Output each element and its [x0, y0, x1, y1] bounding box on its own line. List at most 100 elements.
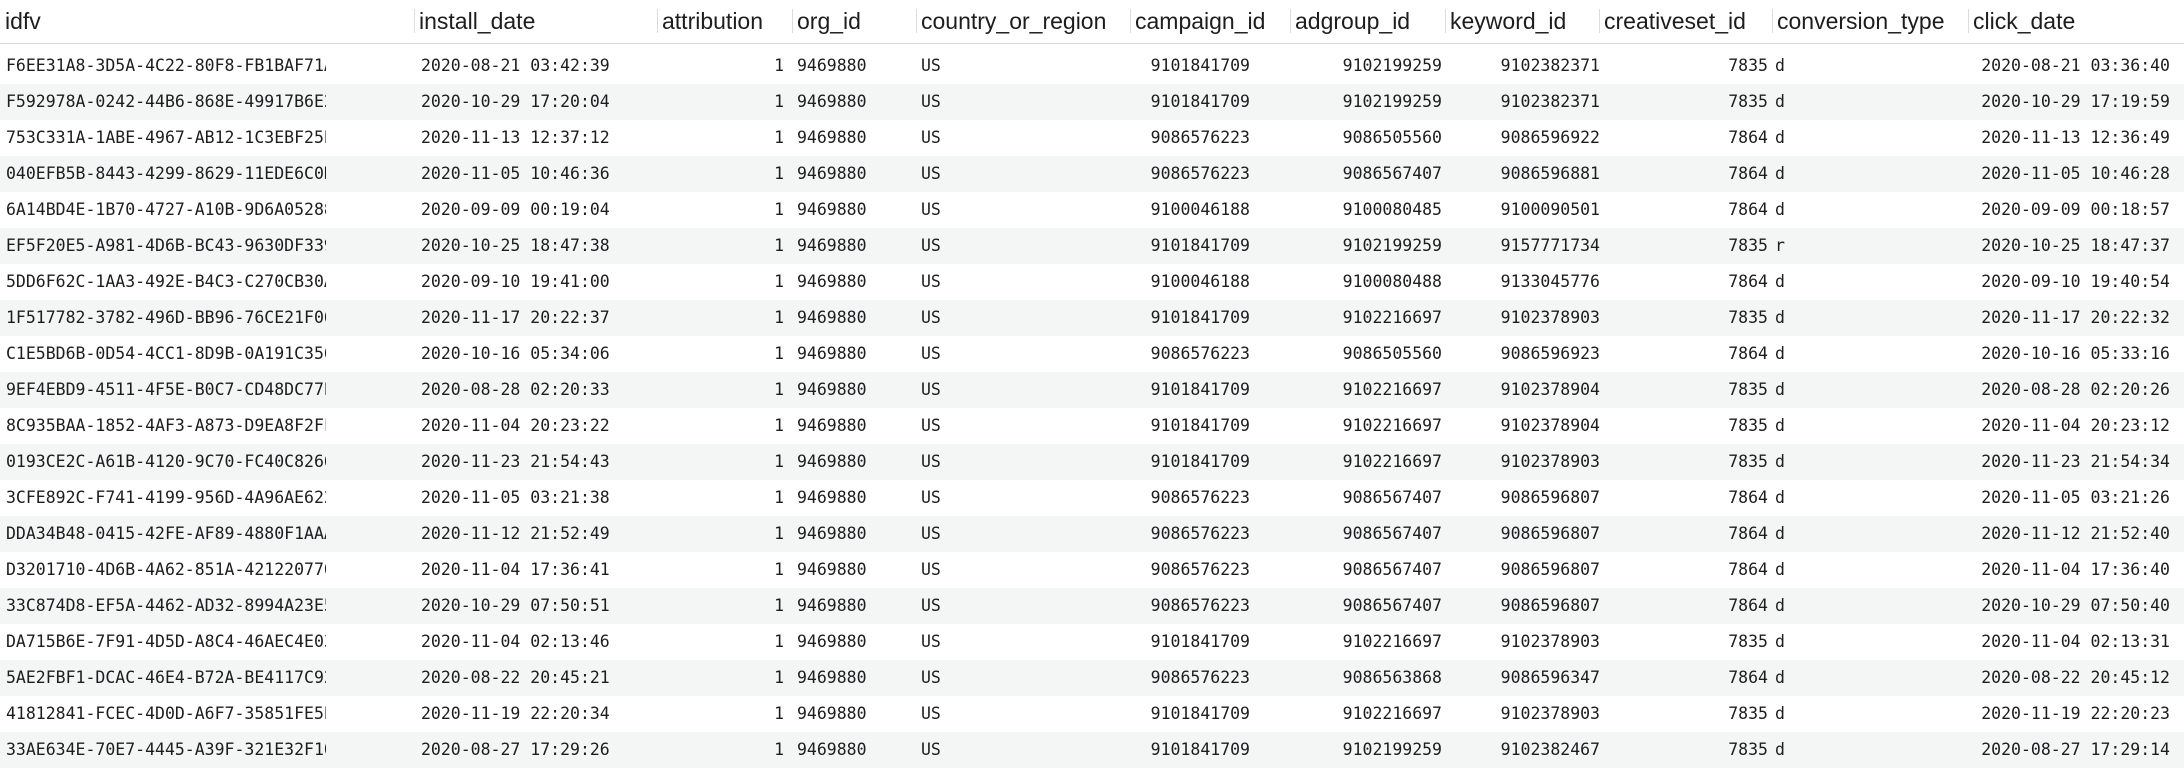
cell-creativeset-id: 7835	[1728, 92, 1768, 111]
table-row[interactable]: F592978A-0242-44B6-868E-49917B6E2731 2020…	[0, 84, 2184, 120]
cell-campaign-id: 9086576223	[1150, 668, 1250, 687]
cell-install-date: 2020-10-29 17:20:04	[421, 92, 610, 111]
cell-country-or-region: US	[921, 560, 941, 579]
cell-conversion-type: d	[1775, 128, 1785, 147]
cell-adgroup-id: 9100080488	[1342, 272, 1442, 291]
cell-install-date: 2020-11-19 22:20:34	[421, 704, 610, 723]
cell-adgroup-id: 9086505560	[1342, 128, 1442, 147]
column-header-attribution[interactable]: attribution	[657, 0, 792, 43]
cell-adgroup-id: 9102216697	[1342, 704, 1442, 723]
column-header-click-date[interactable]: click_date	[1968, 0, 2184, 43]
cell-campaign-id: 9086576223	[1150, 128, 1250, 147]
table-row[interactable]: DA715B6E-7F91-4D5D-A8C4-46AEC4E03415 2020…	[0, 624, 2184, 660]
column-header-keyword-id[interactable]: keyword_id	[1445, 0, 1599, 43]
cell-org-id: 9469880	[797, 308, 867, 327]
table-row[interactable]: D3201710-4D6B-4A62-851A-4212207701BC 2020…	[0, 552, 2184, 588]
cell-keyword-id: 9102378904	[1500, 416, 1600, 435]
cell-creativeset-id: 7864	[1728, 164, 1768, 183]
table-row[interactable]: 41812841-FCEC-4D0D-A6F7-35851FE5E636 2020…	[0, 696, 2184, 732]
cell-attribution: 1	[774, 452, 784, 471]
cell-adgroup-id: 9102216697	[1342, 380, 1442, 399]
cell-org-id: 9469880	[797, 92, 867, 111]
cell-attribution: 1	[774, 308, 784, 327]
cell-adgroup-id: 9102216697	[1342, 416, 1442, 435]
cell-idfv: D3201710-4D6B-4A62-851A-4212207701BC	[6, 560, 326, 579]
cell-click-date: 2020-08-27 17:29:14	[1981, 740, 2170, 759]
cell-click-date: 2020-11-13 12:36:49	[1981, 128, 2170, 147]
cell-keyword-id: 9086596347	[1500, 668, 1600, 687]
table-row[interactable]: 3CFE892C-F741-4199-956D-4A96AE6220ED 2020…	[0, 480, 2184, 516]
table-row[interactable]: 753C331A-1ABE-4967-AB12-1C3EBF25EFA5 2020…	[0, 120, 2184, 156]
cell-creativeset-id: 7864	[1728, 200, 1768, 219]
column-header-org-id[interactable]: org_id	[792, 0, 916, 43]
table-row[interactable]: 0193CE2C-A61B-4120-9C70-FC40C82667E6 2020…	[0, 444, 2184, 480]
cell-adgroup-id: 9086567407	[1342, 164, 1442, 183]
cell-attribution: 1	[774, 164, 784, 183]
cell-idfv: C1E5BD6B-0D54-4CC1-8D9B-0A191C3564A8	[6, 344, 326, 363]
cell-campaign-id: 9101841709	[1150, 56, 1250, 75]
cell-creativeset-id: 7835	[1728, 704, 1768, 723]
cell-org-id: 9469880	[797, 488, 867, 507]
cell-install-date: 2020-11-04 02:13:46	[421, 632, 610, 651]
cell-install-date: 2020-10-29 07:50:51	[421, 596, 610, 615]
cell-keyword-id: 9102378903	[1500, 452, 1600, 471]
cell-creativeset-id: 7864	[1728, 272, 1768, 291]
cell-install-date: 2020-11-17 20:22:37	[421, 308, 610, 327]
table-row[interactable]: 6A14BD4E-1B70-4727-A10B-9D6A05288136 2020…	[0, 192, 2184, 228]
table-row[interactable]: 33AE634E-70E7-4445-A39F-321E32F10B25 2020…	[0, 732, 2184, 768]
cell-org-id: 9469880	[797, 416, 867, 435]
cell-idfv: F592978A-0242-44B6-868E-49917B6E2731	[6, 92, 326, 111]
table-row[interactable]: 33C874D8-EF5A-4462-AD32-8994A23E5E9A 2020…	[0, 588, 2184, 624]
column-header-adgroup-id[interactable]: adgroup_id	[1290, 0, 1445, 43]
cell-org-id: 9469880	[797, 56, 867, 75]
table-row[interactable]: 040EFB5B-8443-4299-8629-11EDE6C0DCF0 2020…	[0, 156, 2184, 192]
cell-idfv: F6EE31A8-3D5A-4C22-80F8-FB1BAF71A8E5	[6, 56, 326, 75]
cell-attribution: 1	[774, 380, 784, 399]
cell-install-date: 2020-11-05 10:46:36	[421, 164, 610, 183]
cell-country-or-region: US	[921, 272, 941, 291]
cell-install-date: 2020-11-04 17:36:41	[421, 560, 610, 579]
cell-attribution: 1	[774, 488, 784, 507]
cell-install-date: 2020-09-09 00:19:04	[421, 200, 610, 219]
table-row[interactable]: C1E5BD6B-0D54-4CC1-8D9B-0A191C3564A8 2020…	[0, 336, 2184, 372]
cell-keyword-id: 9086596807	[1500, 488, 1600, 507]
cell-click-date: 2020-10-29 17:19:59	[1981, 92, 2170, 111]
cell-click-date: 2020-11-23 21:54:34	[1981, 452, 2170, 471]
column-header-install-date[interactable]: install_date	[414, 0, 657, 43]
cell-country-or-region: US	[921, 164, 941, 183]
cell-conversion-type: d	[1775, 56, 1785, 75]
cell-org-id: 9469880	[797, 632, 867, 651]
table-row[interactable]: 5AE2FBF1-DCAC-46E4-B72A-BE4117C92A87 2020…	[0, 660, 2184, 696]
cell-conversion-type: d	[1775, 380, 1785, 399]
table-row[interactable]: F6EE31A8-3D5A-4C22-80F8-FB1BAF71A8E5 2020…	[0, 48, 2184, 84]
cell-attribution: 1	[774, 704, 784, 723]
cell-keyword-id: 9157771734	[1500, 236, 1600, 255]
cell-conversion-type: d	[1775, 164, 1785, 183]
table-row[interactable]: 9EF4EBD9-4511-4F5E-B0C7-CD48DC77E4BE 2020…	[0, 372, 2184, 408]
cell-idfv: 33C874D8-EF5A-4462-AD32-8994A23E5E9A	[6, 596, 326, 615]
cell-adgroup-id: 9102216697	[1342, 632, 1442, 651]
column-header-idfv[interactable]: idfv	[0, 0, 414, 43]
table-row[interactable]: 8C935BAA-1852-4AF3-A873-D9EA8F2FF543 2020…	[0, 408, 2184, 444]
table-row[interactable]: EF5F20E5-A981-4D6B-BC43-9630DF33962D 2020…	[0, 228, 2184, 264]
column-header-country-or-region[interactable]: country_or_region	[916, 0, 1130, 43]
column-header-creativeset-id[interactable]: creativeset_id	[1599, 0, 1772, 43]
cell-attribution: 1	[774, 344, 784, 363]
cell-adgroup-id: 9102199259	[1342, 740, 1442, 759]
cell-click-date: 2020-11-04 02:13:31	[1981, 632, 2170, 651]
table-row[interactable]: 1F517782-3782-496D-BB96-76CE21F06882 2020…	[0, 300, 2184, 336]
cell-creativeset-id: 7864	[1728, 344, 1768, 363]
table-row[interactable]: DDA34B48-0415-42FE-AF89-4880F1AAAD10 2020…	[0, 516, 2184, 552]
cell-country-or-region: US	[921, 740, 941, 759]
table-row[interactable]: 5DD6F62C-1AA3-492E-B4C3-C270CB30AEAC 2020…	[0, 264, 2184, 300]
cell-adgroup-id: 9102216697	[1342, 308, 1442, 327]
cell-keyword-id: 9086596923	[1500, 344, 1600, 363]
column-header-conversion-type[interactable]: conversion_type	[1772, 0, 1968, 43]
column-header-campaign-id[interactable]: campaign_id	[1130, 0, 1290, 43]
cell-country-or-region: US	[921, 596, 941, 615]
cell-country-or-region: US	[921, 56, 941, 75]
cell-click-date: 2020-11-19 22:20:23	[1981, 704, 2170, 723]
cell-keyword-id: 9102382371	[1500, 92, 1600, 111]
cell-idfv: 41812841-FCEC-4D0D-A6F7-35851FE5E636	[6, 704, 326, 723]
cell-conversion-type: d	[1775, 596, 1785, 615]
